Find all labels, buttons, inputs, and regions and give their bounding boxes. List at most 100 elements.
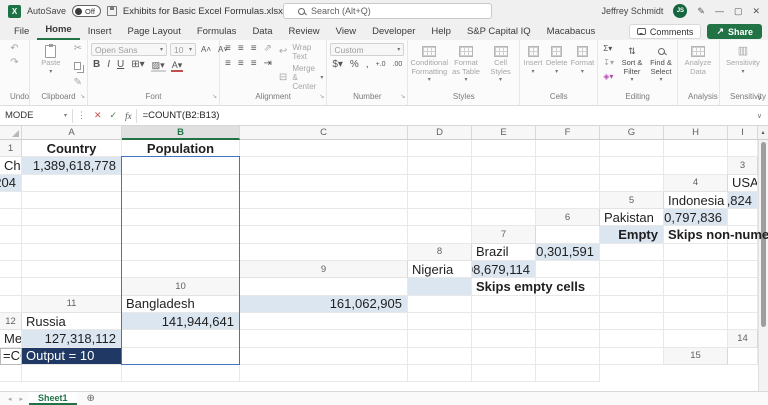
cell-I6[interactable] [408, 226, 472, 244]
cell-A2[interactable]: China [0, 157, 22, 175]
cell-E10[interactable] [600, 278, 664, 296]
cell-I12[interactable] [728, 312, 758, 331]
cell-I7[interactable] [240, 243, 408, 262]
cell-D11[interactable] [472, 295, 536, 313]
cell-D9[interactable] [600, 261, 664, 279]
percent-style-icon[interactable]: % [348, 59, 361, 71]
tab-developer[interactable]: Developer [364, 24, 423, 40]
cell-I14[interactable] [600, 347, 664, 365]
cell-B12[interactable]: 141,944,641 [122, 312, 240, 331]
cell-E4[interactable] [122, 191, 240, 210]
align-left-icon[interactable]: ≡ [223, 58, 233, 70]
col-header-F[interactable]: F [536, 126, 600, 140]
cell-C8[interactable] [600, 243, 664, 262]
cell-I4[interactable] [536, 191, 600, 210]
cell-styles-button[interactable]: Cell Styles ▾ [485, 43, 517, 84]
cell-H1[interactable] [664, 140, 728, 158]
cell-C11[interactable] [408, 295, 472, 313]
bold-button[interactable]: B [91, 59, 102, 71]
cell-G5[interactable] [240, 209, 408, 227]
cell-C6[interactable] [728, 209, 758, 227]
cell-I8[interactable] [122, 261, 240, 279]
maximize-button[interactable]: ▢ [734, 6, 743, 17]
cell-D1[interactable] [408, 140, 472, 158]
cell-E15[interactable] [122, 364, 240, 383]
sort-filter-button[interactable]: ⇅ Sort & Filter ▾ [619, 43, 645, 84]
comments-button[interactable]: Comments [628, 24, 702, 39]
cell-E5[interactable] [22, 209, 122, 227]
cell-E6[interactable] [0, 226, 22, 244]
grow-font-icon[interactable]: A˄ [199, 44, 213, 56]
cell-F1[interactable] [536, 140, 600, 158]
cell-D8[interactable] [664, 243, 728, 262]
cut-icon[interactable]: ✂ [72, 43, 84, 55]
next-sheet-icon[interactable]: ▸ [18, 395, 26, 403]
cell-I15[interactable] [536, 364, 600, 383]
underline-button[interactable]: U [115, 59, 126, 71]
select-all-corner[interactable] [0, 126, 22, 140]
dialog-launcher-icon[interactable]: ↘ [319, 93, 324, 100]
cell-I2[interactable] [664, 157, 728, 175]
cell-B3[interactable]: 1,311,559,204 [0, 174, 22, 192]
cell-B7[interactable]: Empty [600, 226, 664, 244]
format-cells-button[interactable]: Format ▾ [571, 43, 594, 76]
fill-icon[interactable]: ↧▾ [601, 57, 616, 69]
cell-E11[interactable] [536, 295, 600, 313]
cell-F2[interactable] [472, 157, 536, 175]
cell-H13[interactable] [600, 330, 664, 348]
cell-H11[interactable] [728, 295, 758, 313]
col-header-E[interactable]: E [472, 126, 536, 140]
cell-B9[interactable]: 208,679,114 [472, 261, 536, 279]
undo-icon[interactable]: ↶ [8, 43, 20, 55]
cell-D15[interactable] [22, 364, 122, 383]
user-name[interactable]: Jeffrey Schmidt [602, 6, 664, 16]
cell-C3[interactable] [22, 174, 122, 192]
cell-E2[interactable] [408, 157, 472, 175]
insert-function-icon[interactable]: fx [121, 111, 136, 121]
analyze-data-button[interactable]: Analyze Data [681, 43, 715, 76]
cell-E13[interactable] [408, 330, 472, 348]
cell-F14[interactable] [408, 347, 472, 365]
paste-button[interactable]: Paste ▾ [33, 43, 69, 76]
tab-macabacus[interactable]: Macabacus [539, 24, 604, 40]
font-size-select[interactable]: 10 ▾ [170, 43, 196, 56]
cell-H4[interactable] [472, 191, 536, 210]
cell-H5[interactable] [408, 209, 472, 227]
cell-G10[interactable] [728, 278, 758, 296]
cell-H8[interactable] [22, 261, 122, 279]
cell-H3[interactable] [536, 174, 600, 192]
decrease-decimal-icon[interactable]: .00 [391, 59, 405, 71]
cell-G15[interactable] [408, 364, 472, 383]
cell-G12[interactable] [600, 312, 664, 331]
redo-icon[interactable]: ↷ [8, 57, 20, 69]
cell-I9[interactable] [22, 278, 122, 296]
col-header-C[interactable]: C [240, 126, 408, 140]
cell-B2[interactable]: 1,389,618,778 [22, 157, 122, 175]
minimize-button[interactable]: — [715, 6, 724, 16]
tab-data[interactable]: Data [244, 24, 280, 40]
cell-A1[interactable]: Country [22, 140, 122, 158]
align-right-icon[interactable]: ≡ [249, 58, 259, 70]
cancel-icon[interactable]: ✕ [90, 110, 106, 121]
cell-C15[interactable] [0, 364, 22, 383]
tab-help[interactable]: Help [423, 24, 459, 40]
cell-H12[interactable] [664, 312, 728, 331]
row-header-11[interactable]: 11 [22, 295, 122, 313]
cell-F11[interactable] [600, 295, 664, 313]
row-header-3[interactable]: 3 [728, 157, 758, 175]
cell-G3[interactable] [472, 174, 536, 192]
row-header-10[interactable]: 10 [122, 278, 240, 296]
sheet-tab[interactable]: Sheet1 [29, 392, 77, 405]
cell-F10[interactable] [664, 278, 728, 296]
cell-A9[interactable]: Nigeria [408, 261, 472, 279]
cell-F3[interactable] [408, 174, 472, 192]
cell-B13[interactable]: 127,318,112 [22, 330, 122, 348]
find-select-button[interactable]: Find & Select ▾ [648, 43, 674, 84]
formula-bar-expand-icon[interactable]: ∨ [757, 112, 768, 120]
dialog-launcher-icon[interactable]: ↘ [80, 93, 85, 100]
font-color-icon[interactable]: A▾ [170, 60, 185, 72]
clear-icon[interactable]: ◈▾ [601, 71, 615, 83]
cell-F13[interactable] [472, 330, 536, 348]
cell-I1[interactable] [728, 140, 758, 158]
cell-C12[interactable] [240, 312, 408, 331]
